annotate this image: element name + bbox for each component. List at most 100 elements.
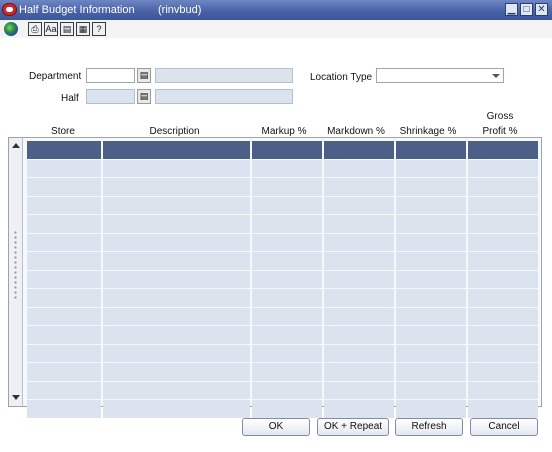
table-row[interactable] — [27, 252, 538, 270]
refresh-button[interactable]: Refresh — [395, 418, 463, 436]
notes-icon[interactable]: ▤ — [60, 22, 74, 36]
table-row[interactable] — [27, 178, 538, 196]
scroll-down-icon[interactable] — [12, 395, 20, 400]
table-cell[interactable] — [468, 233, 538, 251]
table-cell[interactable] — [468, 215, 538, 233]
globe-icon[interactable] — [4, 22, 18, 36]
table-cell[interactable] — [27, 233, 101, 251]
table-cell[interactable] — [396, 307, 466, 325]
scroll-up-icon[interactable] — [12, 143, 20, 148]
table-cell[interactable] — [468, 381, 538, 399]
table-cell[interactable] — [324, 252, 394, 270]
table-cell[interactable] — [252, 141, 322, 159]
table-cell[interactable] — [27, 307, 101, 325]
table-cell[interactable] — [252, 400, 322, 418]
table-cell[interactable] — [324, 289, 394, 307]
table-cell[interactable] — [252, 233, 322, 251]
table-cell[interactable] — [396, 159, 466, 177]
table-cell[interactable] — [103, 270, 250, 288]
table-row[interactable] — [27, 381, 538, 399]
table-cell[interactable] — [396, 326, 466, 344]
table-row[interactable] — [27, 196, 538, 214]
table-cell[interactable] — [396, 363, 466, 381]
table-cell[interactable] — [27, 215, 101, 233]
table-cell[interactable] — [27, 196, 101, 214]
table-cell[interactable] — [324, 215, 394, 233]
table-cell[interactable] — [468, 270, 538, 288]
table-cell[interactable] — [396, 196, 466, 214]
table-cell[interactable] — [252, 381, 322, 399]
table-cell[interactable] — [396, 252, 466, 270]
chevron-down-icon[interactable] — [492, 74, 500, 78]
table-cell[interactable] — [396, 289, 466, 307]
table-cell[interactable] — [27, 344, 101, 362]
table-row[interactable] — [27, 400, 538, 418]
table-cell[interactable] — [103, 215, 250, 233]
table-row[interactable] — [27, 326, 538, 344]
table-row[interactable] — [27, 233, 538, 251]
table-cell[interactable] — [324, 326, 394, 344]
table-cell[interactable] — [252, 307, 322, 325]
table-cell[interactable] — [27, 363, 101, 381]
ok-button[interactable]: OK — [242, 418, 310, 436]
half-input[interactable] — [86, 89, 135, 104]
table-row[interactable] — [27, 141, 538, 159]
calendar-icon[interactable]: ▦ — [76, 22, 90, 36]
table-cell[interactable] — [27, 289, 101, 307]
table-cell[interactable] — [324, 270, 394, 288]
table-cell[interactable] — [468, 141, 538, 159]
table-row[interactable] — [27, 363, 538, 381]
table-cell[interactable] — [468, 363, 538, 381]
table-cell[interactable] — [103, 381, 250, 399]
table-cell[interactable] — [103, 233, 250, 251]
table-row[interactable] — [27, 159, 538, 177]
table-row[interactable] — [27, 344, 538, 362]
table-cell[interactable] — [103, 326, 250, 344]
help-icon[interactable]: ? — [92, 22, 106, 36]
table-cell[interactable] — [396, 400, 466, 418]
ok-repeat-button[interactable]: OK + Repeat — [317, 418, 389, 436]
table-cell[interactable] — [324, 178, 394, 196]
table-cell[interactable] — [252, 363, 322, 381]
print-icon[interactable]: ⎙ — [28, 22, 42, 36]
table-cell[interactable] — [252, 252, 322, 270]
table-cell[interactable] — [103, 344, 250, 362]
table-cell[interactable] — [27, 381, 101, 399]
table-cell[interactable] — [468, 289, 538, 307]
table-cell[interactable] — [324, 344, 394, 362]
table-cell[interactable] — [324, 233, 394, 251]
table-cell[interactable] — [252, 159, 322, 177]
table-cell[interactable] — [396, 141, 466, 159]
table-cell[interactable] — [27, 252, 101, 270]
table-cell[interactable] — [103, 363, 250, 381]
table-row[interactable] — [27, 289, 538, 307]
cancel-button[interactable]: Cancel — [470, 418, 538, 436]
table-cell[interactable] — [324, 363, 394, 381]
table-cell[interactable] — [103, 196, 250, 214]
table-cell[interactable] — [324, 196, 394, 214]
table-cell[interactable] — [27, 270, 101, 288]
close-button[interactable]: ✕ — [535, 3, 548, 16]
table-cell[interactable] — [396, 233, 466, 251]
table-cell[interactable] — [252, 344, 322, 362]
spellcheck-icon[interactable]: Aa — [44, 22, 58, 36]
table-cell[interactable] — [468, 159, 538, 177]
department-input[interactable] — [86, 68, 135, 83]
table-cell[interactable] — [396, 344, 466, 362]
table-cell[interactable] — [324, 381, 394, 399]
table-cell[interactable] — [468, 196, 538, 214]
table-cell[interactable] — [103, 400, 250, 418]
table-cell[interactable] — [252, 215, 322, 233]
table-cell[interactable] — [324, 307, 394, 325]
table-cell[interactable] — [252, 196, 322, 214]
table-cell[interactable] — [252, 289, 322, 307]
table-cell[interactable] — [27, 159, 101, 177]
maximize-button[interactable]: □ — [520, 3, 533, 16]
table-cell[interactable] — [252, 270, 322, 288]
table-cell[interactable] — [103, 178, 250, 196]
table-cell[interactable] — [324, 141, 394, 159]
table-cell[interactable] — [252, 178, 322, 196]
table-cell[interactable] — [468, 252, 538, 270]
table-cell[interactable] — [396, 381, 466, 399]
half-lov-icon[interactable]: ▤ — [137, 89, 151, 104]
